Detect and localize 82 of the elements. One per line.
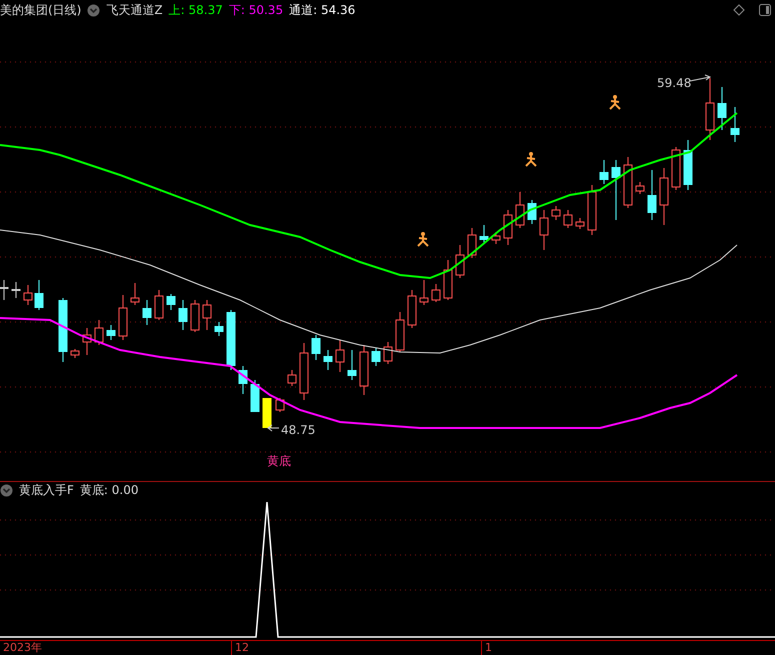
candlestick <box>190 300 200 332</box>
stock-title: 美的集团(日线) <box>0 2 82 18</box>
candlestick <box>420 280 428 306</box>
candlestick <box>276 398 284 412</box>
candlestick <box>300 342 308 400</box>
candlestick <box>408 290 416 328</box>
candlestick <box>0 280 8 300</box>
candlestick <box>348 350 356 380</box>
candlestick <box>288 370 296 386</box>
candlestick <box>360 344 368 396</box>
candlestick <box>142 300 152 326</box>
candlestick <box>624 156 632 208</box>
candlestick <box>58 298 68 362</box>
candlestick <box>214 322 224 336</box>
candlestick <box>202 300 212 330</box>
candlestick <box>130 282 140 306</box>
candlestick <box>648 170 656 220</box>
candlestick <box>12 282 20 298</box>
candlestick <box>324 350 332 370</box>
candlestick <box>718 86 726 130</box>
signal-label: 黄底 <box>267 454 291 468</box>
indicator-reading: 黄底: 0.00 <box>80 482 138 499</box>
candlestick <box>504 210 512 246</box>
candlestick <box>684 140 692 190</box>
panel-toggle-icon[interactable] <box>759 4 771 16</box>
candlestick <box>312 334 320 360</box>
candlestick <box>396 312 404 352</box>
running-figure-icon <box>525 152 537 167</box>
indicator-name: 飞天通道Z <box>106 2 163 18</box>
candlestick <box>24 284 32 306</box>
candlestick <box>154 290 164 320</box>
candlestick <box>706 78 714 140</box>
axis-label: 1 <box>481 641 492 655</box>
candlestick <box>82 328 92 356</box>
candlestick <box>432 284 440 302</box>
arrow-icon <box>690 74 712 82</box>
candlestick <box>492 232 500 244</box>
candlestick <box>372 348 380 366</box>
chevron-down-icon[interactable] <box>87 4 100 16</box>
candlestick <box>166 294 176 310</box>
candlestick <box>564 210 572 228</box>
diamond-icon[interactable] <box>733 4 745 16</box>
candlestick <box>34 280 44 310</box>
candlestick <box>588 184 596 236</box>
candlestick <box>636 182 644 194</box>
candlestick <box>528 200 536 224</box>
indicator-name: 黄底入手F <box>19 482 74 499</box>
candlestick <box>660 168 668 226</box>
candlestick <box>384 342 392 364</box>
indicator-reading: 下: 50.35 <box>228 2 284 18</box>
candlestick <box>70 348 80 358</box>
high-price-label: 59.48 <box>657 76 692 90</box>
candlestick <box>178 300 188 330</box>
indicator-reading: 通道: 54.36 <box>289 2 356 18</box>
candlestick <box>672 146 680 190</box>
candlestick <box>600 160 608 184</box>
candlestick <box>250 380 260 412</box>
candlestick <box>456 244 464 278</box>
axis-label: 12 <box>231 641 249 655</box>
candlestick <box>238 366 248 394</box>
axis-label: 2023年 <box>2 641 42 655</box>
low-price-label: 48.75 <box>281 423 316 437</box>
candlestick <box>226 310 236 370</box>
indicator-reading: 上: 58.37 <box>168 2 223 18</box>
candlestick <box>612 160 620 220</box>
chevron-down-icon[interactable] <box>0 484 13 497</box>
running-figure-icon <box>609 95 621 110</box>
candlestick <box>576 218 584 230</box>
candlestick <box>480 224 488 244</box>
candlestick <box>444 260 452 300</box>
candlestick <box>106 324 116 340</box>
candlestick <box>94 320 104 346</box>
candlestick <box>336 340 344 372</box>
candlestick <box>552 206 560 220</box>
candlestick <box>540 210 548 250</box>
candlestick <box>516 192 524 228</box>
candlestick <box>118 294 128 340</box>
candlestick <box>468 228 476 258</box>
arrow-icon <box>267 424 280 432</box>
candlestick <box>262 398 272 428</box>
running-figure-icon <box>417 232 429 247</box>
candlestick <box>730 106 740 142</box>
